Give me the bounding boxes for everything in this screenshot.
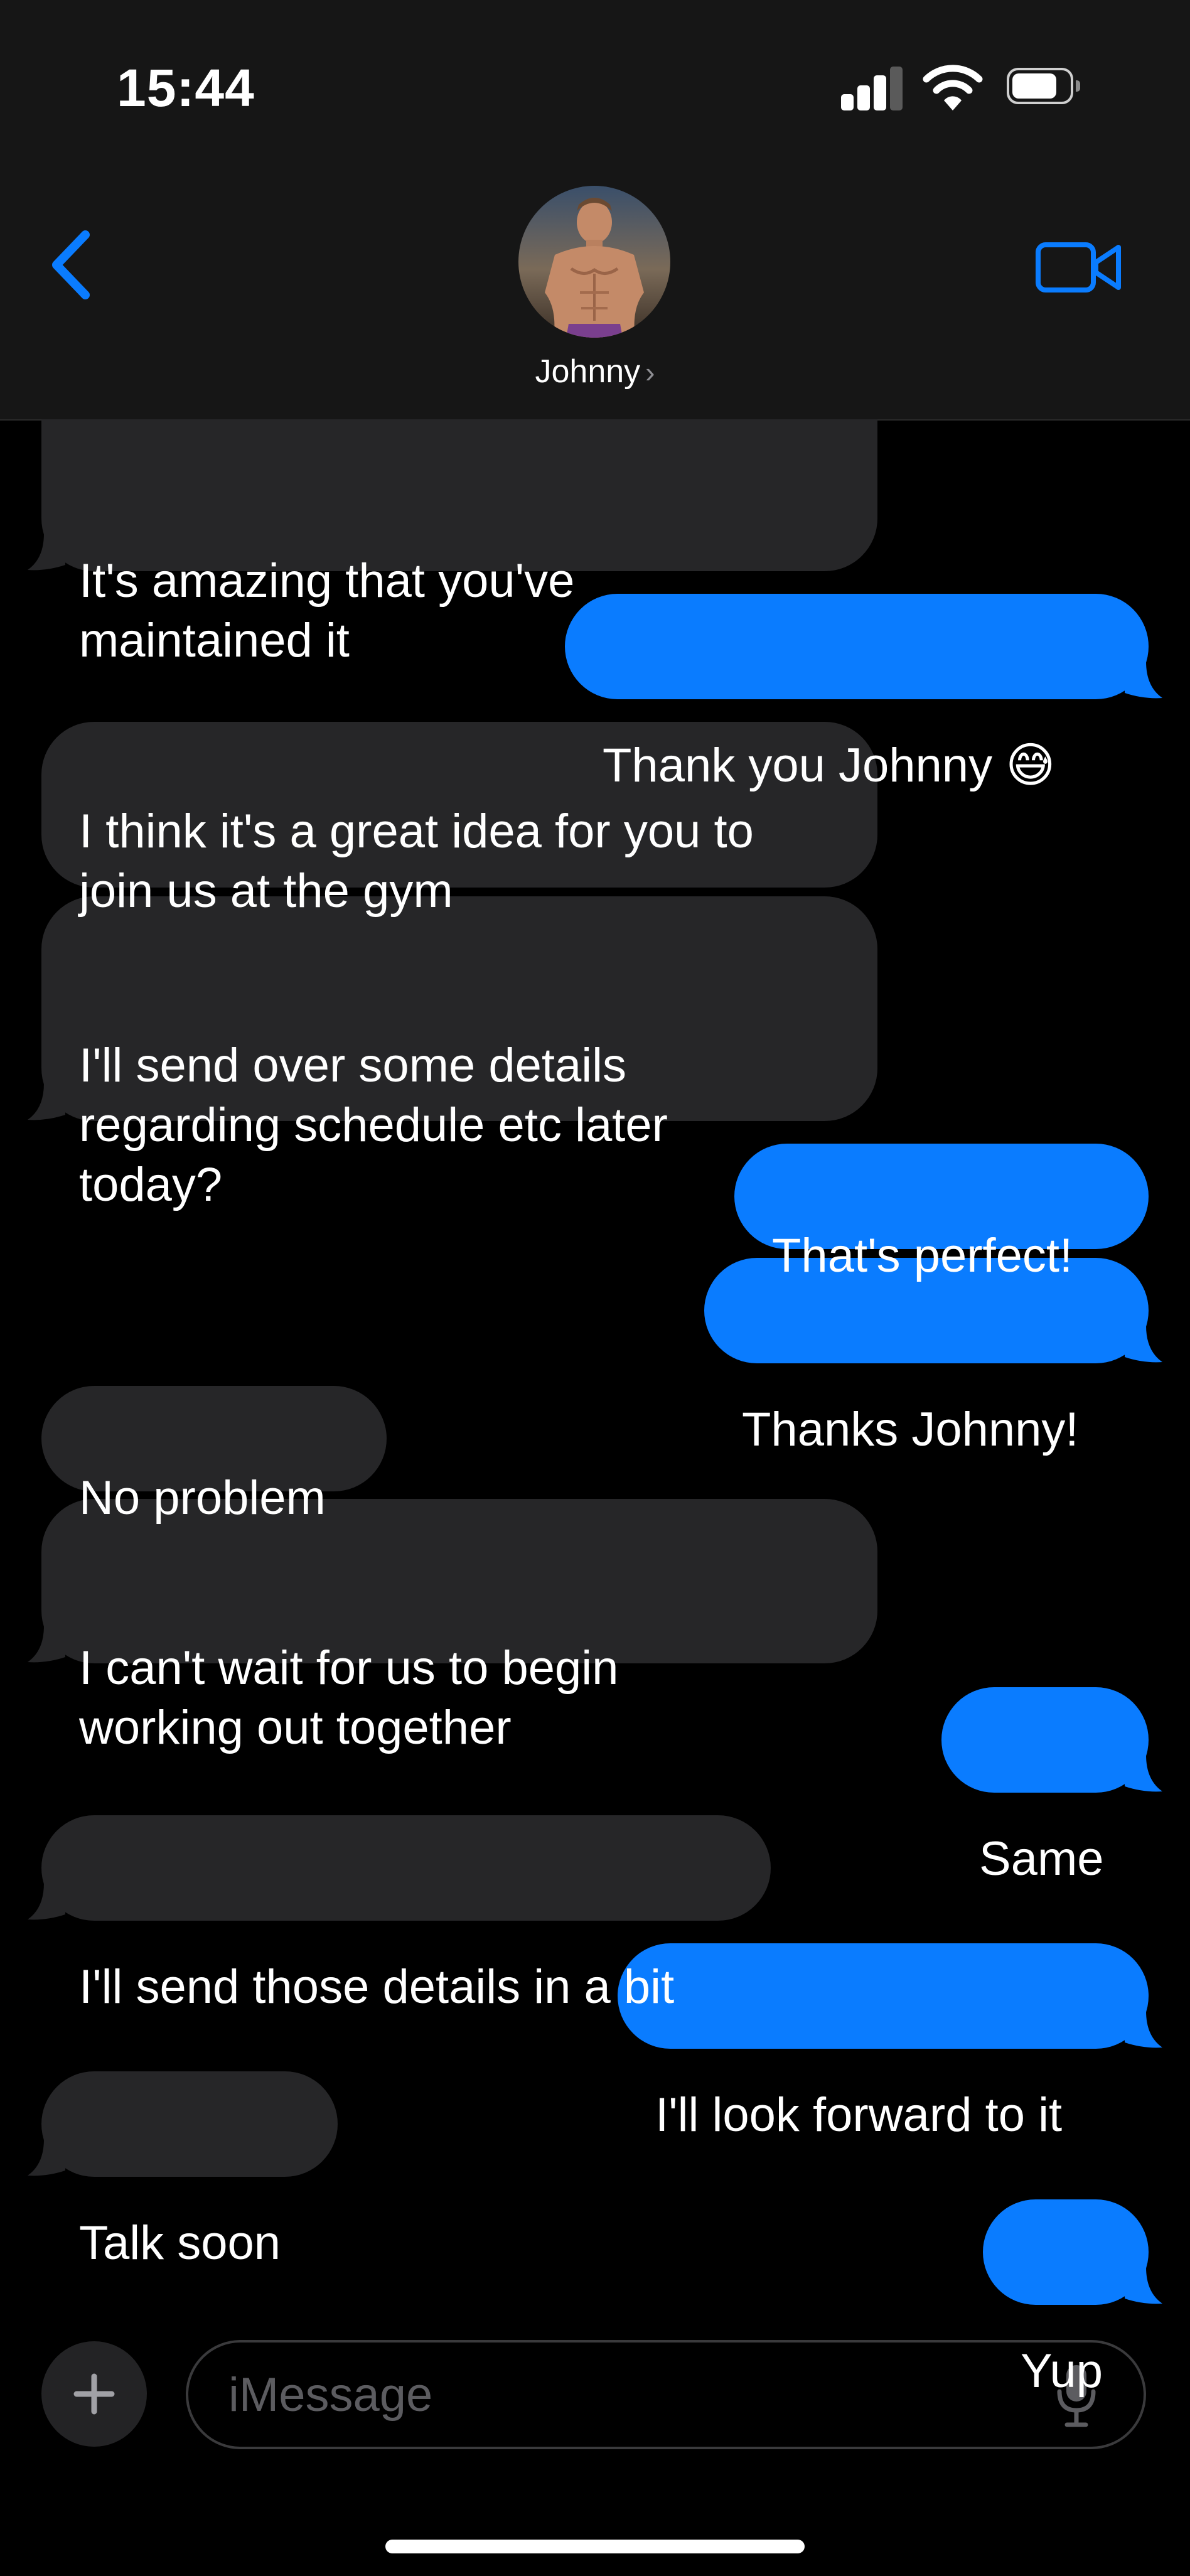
message-text: I'll send over some details regarding sc…: [79, 1039, 668, 1211]
message-text: Talk soon: [79, 2216, 281, 2270]
message-text: I'll send those details in a bit: [79, 1960, 675, 2014]
message-bubble-outgoing[interactable]: Same: [941, 1687, 1162, 1886]
message-text: Yup: [1021, 2344, 1103, 2398]
message-text: Thanks Johnny!: [742, 1403, 1079, 1456]
conversation-header: 15:44 Johnny ›: [0, 0, 1190, 421]
message-text: I'll look forward to it: [655, 2088, 1063, 2142]
video-camera-icon[interactable]: [1036, 236, 1123, 299]
message-bubble-incoming[interactable]: No problem: [41, 1386, 387, 1525]
message-text: No problem: [79, 1471, 326, 1525]
plus-icon: [73, 2373, 115, 2415]
back-chevron-icon[interactable]: [44, 227, 100, 303]
message-bubble-outgoing[interactable]: Yup: [983, 2199, 1162, 2398]
message-bubble-incoming[interactable]: I'll send over some details regarding sc…: [28, 896, 877, 1211]
message-bubble-incoming[interactable]: It's amazing that you've maintained it: [28, 419, 877, 667]
cellular-signal-icon: [841, 63, 904, 110]
contact-name-button[interactable]: Johnny ›: [0, 353, 1190, 390]
message-bubble-incoming[interactable]: I'll send those details in a bit: [28, 1815, 771, 2014]
add-attachment-button[interactable]: [41, 2341, 147, 2447]
message-text: Thank you Johnny 😅: [603, 739, 1056, 792]
wifi-icon: [923, 65, 983, 110]
imessage-input[interactable]: [186, 2340, 1146, 2449]
battery-icon: [1007, 68, 1085, 107]
contact-name: Johnny: [535, 353, 641, 390]
status-time: 15:44: [117, 58, 255, 117]
message-text: I think it's a great idea for you to joi…: [79, 805, 754, 918]
message-bubble-incoming[interactable]: Talk soon: [28, 2071, 338, 2270]
contact-avatar[interactable]: [518, 186, 670, 338]
chevron-right-icon: ›: [645, 356, 655, 389]
home-indicator: [385, 2540, 805, 2553]
message-text: Same: [979, 1832, 1104, 1886]
message-text: That's perfect!: [772, 1229, 1073, 1282]
message-text: I can't wait for us to begin working out…: [79, 1641, 619, 1754]
message-text: It's amazing that you've maintained it: [79, 554, 575, 667]
